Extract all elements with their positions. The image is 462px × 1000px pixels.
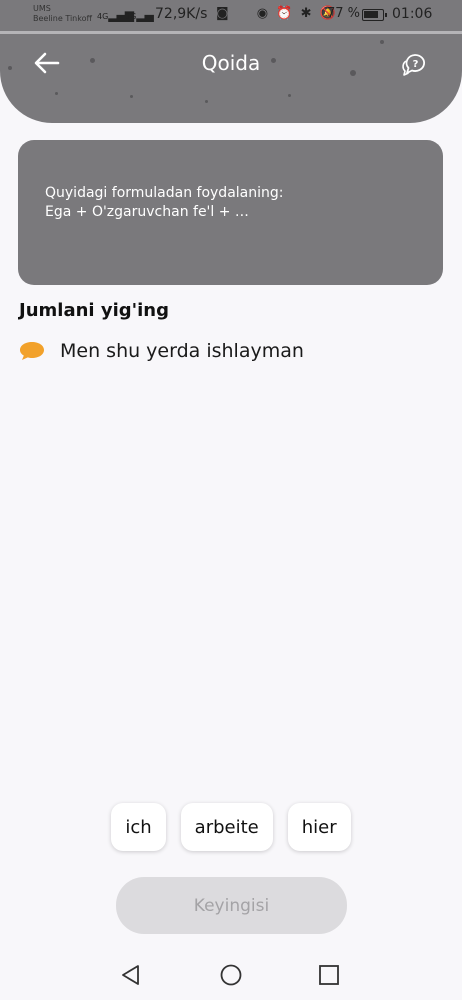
circle-home-icon[interactable] [219,963,243,987]
signal-4g-label: 4G [97,12,109,21]
exercise-title: Jumlani yig'ing [19,300,170,321]
alarm-icon: ⏰ [276,6,295,21]
sentence-row: Men shu yerda ishlayman [19,338,304,364]
triangle-back-icon[interactable] [119,963,143,987]
bluetooth-icon: ✱ [300,6,314,21]
instagram-icon: ◙ [216,6,231,21]
header-speckle [288,94,291,97]
carrier-1: UMS [33,4,51,13]
word-chip-hier[interactable]: hier [287,803,351,851]
header-speckle [205,100,208,103]
word-bank: ich arbeite hier [0,803,462,851]
eye-icon: ◉ [256,6,271,21]
signal-3g: 3G▂▄ [125,8,154,22]
chat-bubble-icon [19,338,45,364]
header: UMS Beeline Tinkoff 4G▂▄▆ 3G▂▄ 72,9K/s ◙… [0,0,462,123]
header-speckle [55,92,58,95]
battery-icon [362,9,387,21]
next-button[interactable]: Keyingisi [116,877,347,934]
source-sentence: Men shu yerda ishlayman [60,340,304,362]
carrier-2: Beeline Tinkoff [33,14,92,23]
status-divider [0,31,462,34]
status-bar: UMS Beeline Tinkoff 4G▂▄▆ 3G▂▄ 72,9K/s ◙… [0,0,462,32]
square-recent-icon[interactable] [317,963,341,987]
page-title: Qoida [201,51,261,75]
word-chip-arbeite[interactable]: arbeite [180,803,273,851]
rule-formula: Ega + O'zgaruvchan fe'l + … [45,204,249,220]
rule-instruction: Quyidagi formuladan foydalaning: [45,185,284,201]
clock: 01:06 [392,6,433,22]
system-nav-bar [0,950,462,1000]
signal-bars-icon: ▂▄ [136,8,153,22]
header-speckle [130,95,133,98]
network-speed: 72,9K/s [155,6,208,22]
word-chip-ich[interactable]: ich [111,803,166,851]
signal-3g-label: 3G [125,12,137,21]
help-button[interactable]: ? [398,48,432,82]
status-icons: ◙ ◉ ⏰ ✱ 🔕 [216,6,338,21]
help-bubble-icon: ? [402,54,426,76]
battery-percent: 77 % [327,6,361,21]
header-speckle [380,40,384,44]
battery-fill [364,11,378,18]
svg-text:?: ? [413,59,419,70]
carrier-names: UMS Beeline Tinkoff [33,4,92,24]
rule-card: Quyidagi formuladan foydalaning: Ega + O… [18,140,443,285]
